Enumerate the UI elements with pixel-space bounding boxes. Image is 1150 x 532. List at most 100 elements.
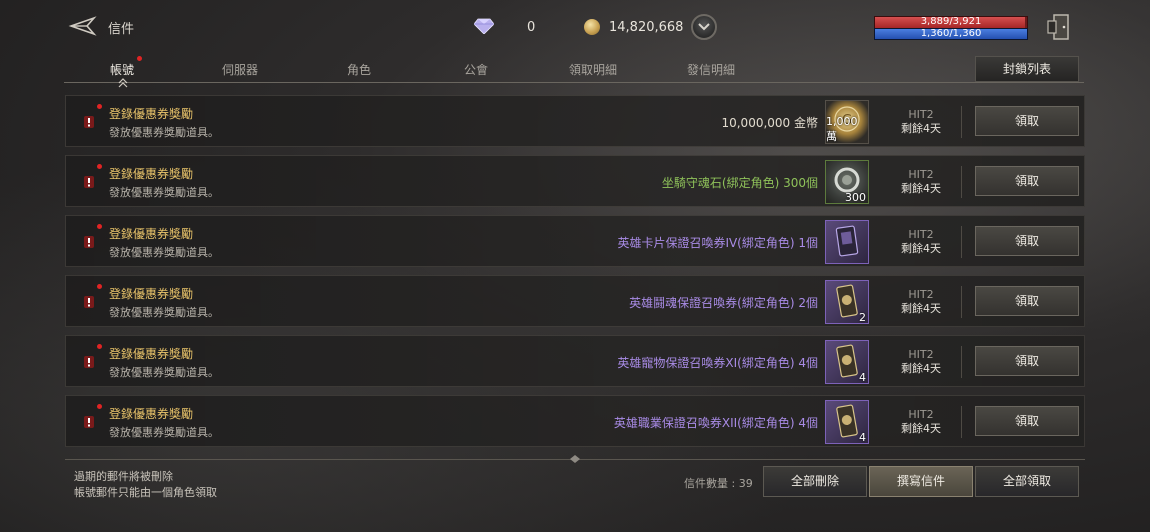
account-mail-notice: 帳號郵件只能由一個角色領取 (74, 486, 217, 499)
sender-info: HIT2 剩餘4天 (886, 228, 956, 256)
hero-spirit-ticket-icon: 2 (825, 280, 869, 324)
claim-button[interactable]: 領取 (975, 106, 1079, 136)
row-divider (961, 166, 962, 198)
sender-name: HIT2 (908, 408, 934, 421)
active-tab-caret-icon (118, 78, 128, 88)
claim-button[interactable]: 領取 (975, 226, 1079, 256)
sender-name: HIT2 (908, 228, 934, 241)
mail-row[interactable]: 登錄優惠券獎勵 發放優惠券獎勵道具。 英雄寵物保證召喚券XI(綁定角色) 4個 … (65, 335, 1085, 387)
gold-count: 14,820,668 (609, 20, 684, 35)
reward-quantity: 1,000萬 (826, 115, 858, 143)
mail-title: 登錄優惠券獎勵 (109, 347, 194, 361)
unread-dot (97, 344, 102, 349)
reward-item-name: 英雄卡片保證召喚券IV(綁定角色) 1個 (617, 236, 818, 250)
remaining-days: 剩餘4天 (901, 242, 941, 255)
page-title: 信件 (108, 22, 135, 37)
mail-subtitle: 發放優惠券獎勵道具。 (109, 306, 219, 319)
claim-button[interactable]: 領取 (975, 166, 1079, 196)
tab-guild[interactable]: 公會 (464, 61, 488, 78)
sender-name: HIT2 (908, 348, 934, 361)
reward-quantity: 4 (859, 371, 866, 384)
reward-item-name: 英雄寵物保證召喚券XI(綁定角色) 4個 (617, 356, 818, 370)
alert-icon (84, 416, 94, 428)
row-divider (961, 286, 962, 318)
alert-icon (84, 236, 94, 248)
mail-row[interactable]: 登錄優惠券獎勵 發放優惠券獎勵道具。 英雄卡片保證召喚券IV(綁定角色) 1個 … (65, 215, 1085, 267)
claim-all-button[interactable]: 全部領取 (975, 466, 1079, 497)
remaining-days: 剩餘4天 (901, 122, 941, 135)
remaining-days: 剩餘4天 (901, 362, 941, 375)
block-list-button[interactable]: 封鎖列表 (975, 56, 1079, 82)
remaining-days: 剩餘4天 (901, 302, 941, 315)
mail-title: 登錄優惠券獎勵 (109, 407, 194, 421)
hero-card-ticket-icon (825, 220, 869, 264)
back-arrow-icon[interactable] (68, 14, 98, 38)
tab-character[interactable]: 角色 (347, 61, 371, 78)
mail-title: 登錄優惠券獎勵 (109, 227, 194, 241)
sender-info: HIT2 剩餘4天 (886, 408, 956, 436)
delete-all-button[interactable]: 全部刪除 (763, 466, 867, 497)
claim-button[interactable]: 領取 (975, 346, 1079, 376)
alert-icon (84, 296, 94, 308)
sender-info: HIT2 剩餘4天 (886, 108, 956, 136)
diamond-icon (474, 18, 494, 34)
tab-notification-dot (137, 56, 142, 61)
mail-title: 登錄優惠券獎勵 (109, 287, 194, 301)
mp-text: 1,360/1,360 (920, 28, 982, 39)
reward-item-name: 10,000,000 金幣 (721, 116, 818, 130)
reward-quantity: 2 (859, 311, 866, 324)
chevron-down-icon (698, 23, 710, 31)
exit-door-icon[interactable] (1046, 13, 1072, 41)
card-ticket-icon (835, 225, 859, 257)
alert-icon (84, 116, 94, 128)
remaining-days: 剩餘4天 (901, 182, 941, 195)
expiry-notice: 過期的郵件將被刪除 (74, 470, 173, 483)
reward-quantity: 4 (859, 431, 866, 444)
unread-dot (97, 224, 102, 229)
claim-button[interactable]: 領取 (975, 286, 1079, 316)
tab-server[interactable]: 伺服器 (222, 61, 258, 78)
sender-name: HIT2 (908, 108, 934, 121)
unread-dot (97, 404, 102, 409)
mail-row[interactable]: 登錄優惠券獎勵 發放優惠券獎勵道具。 10,000,000 金幣 G 1,000… (65, 95, 1085, 147)
tab-receive-history[interactable]: 領取明細 (569, 61, 617, 78)
mail-subtitle: 發放優惠券獎勵道具。 (109, 426, 219, 439)
mail-title: 登錄優惠券獎勵 (109, 107, 194, 121)
mp-bar: 1,360/1,360 (874, 28, 1028, 40)
mail-count: 信件數量 : 39 (684, 477, 753, 490)
mail-subtitle: 發放優惠券獎勵道具。 (109, 186, 219, 199)
hero-pet-ticket-icon: 4 (825, 340, 869, 384)
hero-class-ticket-icon: 4 (825, 400, 869, 444)
sender-name: HIT2 (908, 168, 934, 181)
row-divider (961, 106, 962, 138)
mail-row[interactable]: 登錄優惠券獎勵 發放優惠券獎勵道具。 英雄職業保證召喚券XII(綁定角色) 4個… (65, 395, 1085, 447)
reward-item-name: 英雄鬪魂保證召喚券(綁定角色) 2個 (629, 296, 818, 310)
mail-subtitle: 發放優惠券獎勵道具。 (109, 366, 219, 379)
tab-account[interactable]: 帳號 (110, 61, 134, 78)
unread-dot (97, 284, 102, 289)
mail-tabs: 帳號 伺服器 角色 公會 領取明細 發信明細 (64, 52, 1084, 92)
diamond-count: 0 (527, 20, 536, 35)
mail-row[interactable]: 登錄優惠券獎勵 發放優惠券獎勵道具。 坐騎守魂石(綁定角色) 300個 300 … (65, 155, 1085, 207)
reward-quantity: 300 (845, 191, 866, 204)
mail-row[interactable]: 登錄優惠券獎勵 發放優惠券獎勵道具。 英雄鬪魂保證召喚券(綁定角色) 2個 2 … (65, 275, 1085, 327)
alert-icon (84, 176, 94, 188)
write-mail-button[interactable]: 撰寫信件 (869, 466, 973, 497)
claim-button[interactable]: 領取 (975, 406, 1079, 436)
tab-underline (64, 82, 1084, 83)
tab-send-history[interactable]: 發信明細 (687, 61, 735, 78)
sender-info: HIT2 剩餘4天 (886, 348, 956, 376)
mail-title: 登錄優惠券獎勵 (109, 167, 194, 181)
reward-item-name: 英雄職業保證召喚券XII(綁定角色) 4個 (613, 416, 818, 430)
sender-name: HIT2 (908, 288, 934, 301)
unread-dot (97, 104, 102, 109)
unread-dot (97, 164, 102, 169)
currency-dropdown-button[interactable] (691, 14, 717, 40)
row-divider (961, 226, 962, 258)
alert-icon (84, 356, 94, 368)
mount-soul-stone-icon: 300 (825, 160, 869, 204)
sender-info: HIT2 剩餘4天 (886, 288, 956, 316)
gold-coin-icon: G 1,000萬 (825, 100, 869, 144)
row-divider (961, 346, 962, 378)
sender-info: HIT2 剩餘4天 (886, 168, 956, 196)
